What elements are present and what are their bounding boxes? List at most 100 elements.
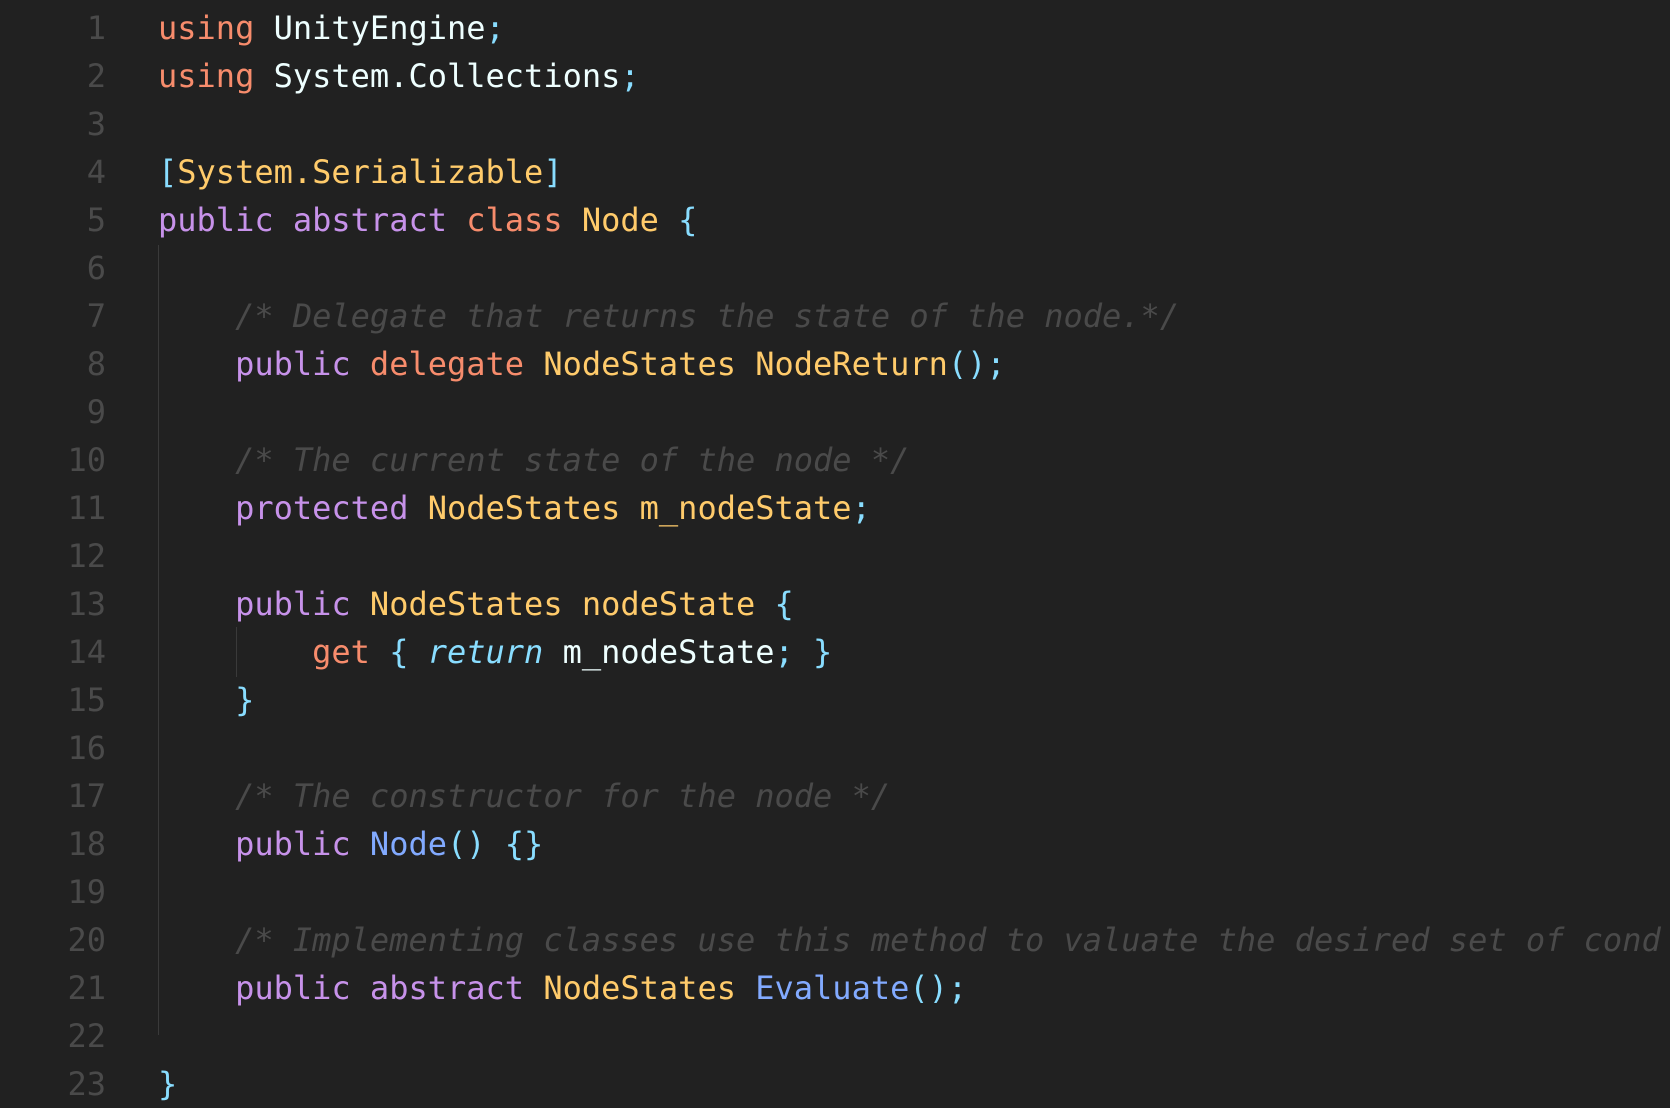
line-number: 7 [86,297,106,335]
code-text: public abstract NodeStates Evaluate(); [158,964,967,1012]
code-line[interactable]: 23} [0,1060,1670,1108]
code-line[interactable]: 11 protected NodeStates m_nodeState; [0,484,1670,532]
code-line[interactable]: 4 [System.Serializable] [0,148,1670,196]
code-token: System.Collections [273,57,621,95]
line-number: 18 [67,825,106,863]
line-number: 23 [67,1065,106,1103]
code-line[interactable]: 17 /* The constructor for the node */ [0,772,1670,820]
code-token: delegate [369,345,525,383]
code-text: /* The current state of the node */ [158,436,909,484]
code-token: public [235,585,351,623]
code-token: public [158,201,274,239]
code-line[interactable]: 8 public delegate NodeStates NodeReturn(… [0,340,1670,388]
code-token: return [427,633,544,671]
code-line[interactable]: 13 public NodeStates nodeState { [0,580,1670,628]
line-number: 6 [86,249,106,287]
code-token: UnityEngine [273,9,486,47]
line-number: 1 [86,9,106,47]
line-number: 10 [67,441,106,479]
code-line[interactable]: 10 /* The current state of the node */ [0,436,1670,484]
code-token: Node [581,201,659,239]
line-number: 20 [67,921,106,959]
code-token: System.Serializable [177,153,544,191]
code-text: using System.Collections; [158,52,640,100]
code-token: () [446,825,486,863]
code-text: /* Implementing classes use this method … [158,916,1661,964]
code-token: ; [485,9,505,47]
code-token: (); [909,969,968,1007]
code-token: NodeReturn [755,345,948,383]
code-token: Node [369,825,447,863]
code-line[interactable]: 19 [0,868,1670,916]
code-line[interactable]: 9 [0,388,1670,436]
code-token: abstract [292,201,447,239]
code-text: get { return m_nodeState; } [158,628,832,676]
line-number: 15 [67,681,106,719]
code-token: /* Delegate that returns the state of th… [235,297,1180,335]
code-line[interactable]: 1 using UnityEngine; [0,4,1670,52]
line-number: 17 [67,777,106,815]
line-number: 21 [67,969,106,1007]
code-line[interactable]: 18 public Node() {} [0,820,1670,868]
line-number: 9 [86,393,106,431]
code-text: } [158,676,254,724]
code-token: protected [235,489,409,527]
code-token: abstract [369,969,525,1007]
code-token: using [158,9,255,47]
code-token: NodeStates [543,345,736,383]
line-number: 22 [67,1017,106,1055]
code-token: [ [158,153,178,191]
code-token: { [389,633,409,671]
code-line[interactable]: 20 /* Implementing classes use this meth… [0,916,1670,964]
code-editor[interactable]: 1 using UnityEngine; 2 using System.Collect… [0,0,1670,1103]
code-line[interactable]: 5 public abstract class Node { [0,196,1670,244]
code-token: nodeState [581,585,756,623]
line-number: 2 [86,57,106,95]
code-token: /* Implementing classes use this method … [235,921,1661,959]
code-token: ; [851,489,871,527]
line-number: 13 [67,585,106,623]
code-token: } [235,681,255,719]
code-line[interactable]: 14 get { return m_nodeState; } [0,628,1670,676]
code-line[interactable]: 12 [0,532,1670,580]
code-token: NodeStates [369,585,563,623]
line-number: 19 [67,873,106,911]
code-line[interactable]: 15 } [0,676,1670,724]
code-line[interactable]: 7 /* Delegate that returns the state of … [0,292,1670,340]
code-text: public delegate NodeStates NodeReturn(); [158,340,1006,388]
code-line[interactable]: 3 [0,100,1670,148]
code-text: } [158,1060,177,1108]
code-token: using [158,57,255,95]
line-number: 4 [86,153,106,191]
code-text: using UnityEngine; [158,4,505,52]
code-line[interactable]: 21 public abstract NodeStates Evaluate()… [0,964,1670,1012]
code-text: public abstract class Node { [158,196,697,244]
code-line[interactable]: 22 [0,1012,1670,1060]
code-token: /* The current state of the node */ [235,441,910,479]
code-line[interactable]: 2 using System.Collections; [0,52,1670,100]
code-line[interactable]: 16 [0,724,1670,772]
code-text: protected NodeStates m_nodeState; [158,484,871,532]
code-line[interactable]: 6 [0,244,1670,292]
